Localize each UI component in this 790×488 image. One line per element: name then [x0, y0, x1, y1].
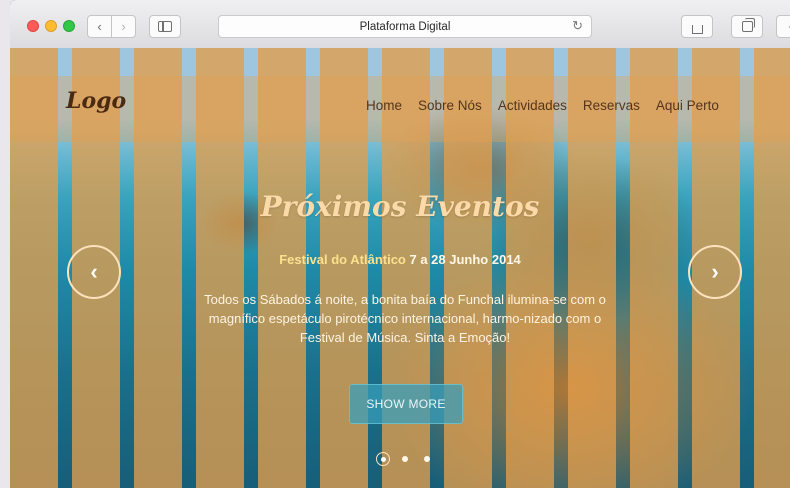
minimize-icon[interactable] — [45, 20, 57, 32]
browser-toolbar: ‹ › Plataforma Digital ↻ + — [10, 0, 790, 49]
chevron-left-icon: ‹ — [97, 19, 102, 34]
chevron-left-icon: ‹ — [90, 259, 98, 284]
nav-item-home[interactable]: Home — [366, 98, 402, 113]
hero-slider: Logo Home Sobre Nós Actividades Reservas… — [10, 48, 790, 488]
tabs-icon — [741, 18, 755, 32]
hero-headline: Próximos Eventos — [260, 190, 540, 223]
page-title: Plataforma Digital — [359, 20, 451, 33]
reload-icon[interactable]: ↻ — [572, 18, 583, 34]
nav-item-reservas[interactable]: Reservas — [583, 98, 640, 113]
tabs-button[interactable] — [731, 15, 763, 38]
slide-dot-3[interactable] — [424, 456, 430, 462]
browser-window: ‹ › Plataforma Digital ↻ + Logo Home Sob… — [10, 0, 790, 488]
chevron-right-icon: › — [711, 259, 719, 284]
main-nav: Home Sobre Nós Actividades Reservas Aqui… — [366, 98, 719, 113]
slide-dot-2[interactable] — [402, 456, 408, 462]
event-name: Festival do Atlântico — [279, 252, 406, 267]
sidebar-button[interactable] — [149, 15, 181, 38]
chevron-right-icon: › — [121, 19, 126, 34]
nav-item-aqui-perto[interactable]: Aqui Perto — [656, 98, 719, 113]
nav-item-actividades[interactable]: Actividades — [498, 98, 567, 113]
address-bar[interactable]: Plataforma Digital ↻ — [218, 15, 592, 38]
prev-slide-button[interactable]: ‹ — [67, 245, 121, 299]
show-more-button[interactable]: SHOW MORE — [349, 384, 463, 424]
maximize-icon[interactable] — [63, 20, 75, 32]
back-button[interactable]: ‹ — [87, 15, 112, 38]
sidebar-icon — [158, 21, 172, 32]
nav-item-sobre-nos[interactable]: Sobre Nós — [418, 98, 482, 113]
close-icon[interactable] — [27, 20, 39, 32]
next-slide-button[interactable]: › — [688, 245, 742, 299]
slide-dot-1[interactable] — [376, 452, 390, 466]
site-logo[interactable]: Logo — [66, 88, 126, 114]
slide-pagination — [376, 452, 430, 466]
share-icon — [691, 25, 703, 34]
event-subtitle: Festival do Atlântico 7 a 28 Junho 2014 — [10, 252, 790, 267]
event-dates: 7 a 28 Junho 2014 — [409, 252, 521, 267]
event-description: Todos os Sábados á noite, a bonita baía … — [204, 292, 606, 345]
forward-button[interactable]: › — [111, 15, 136, 38]
share-button[interactable] — [681, 15, 713, 38]
new-tab-button[interactable]: + — [776, 15, 790, 38]
